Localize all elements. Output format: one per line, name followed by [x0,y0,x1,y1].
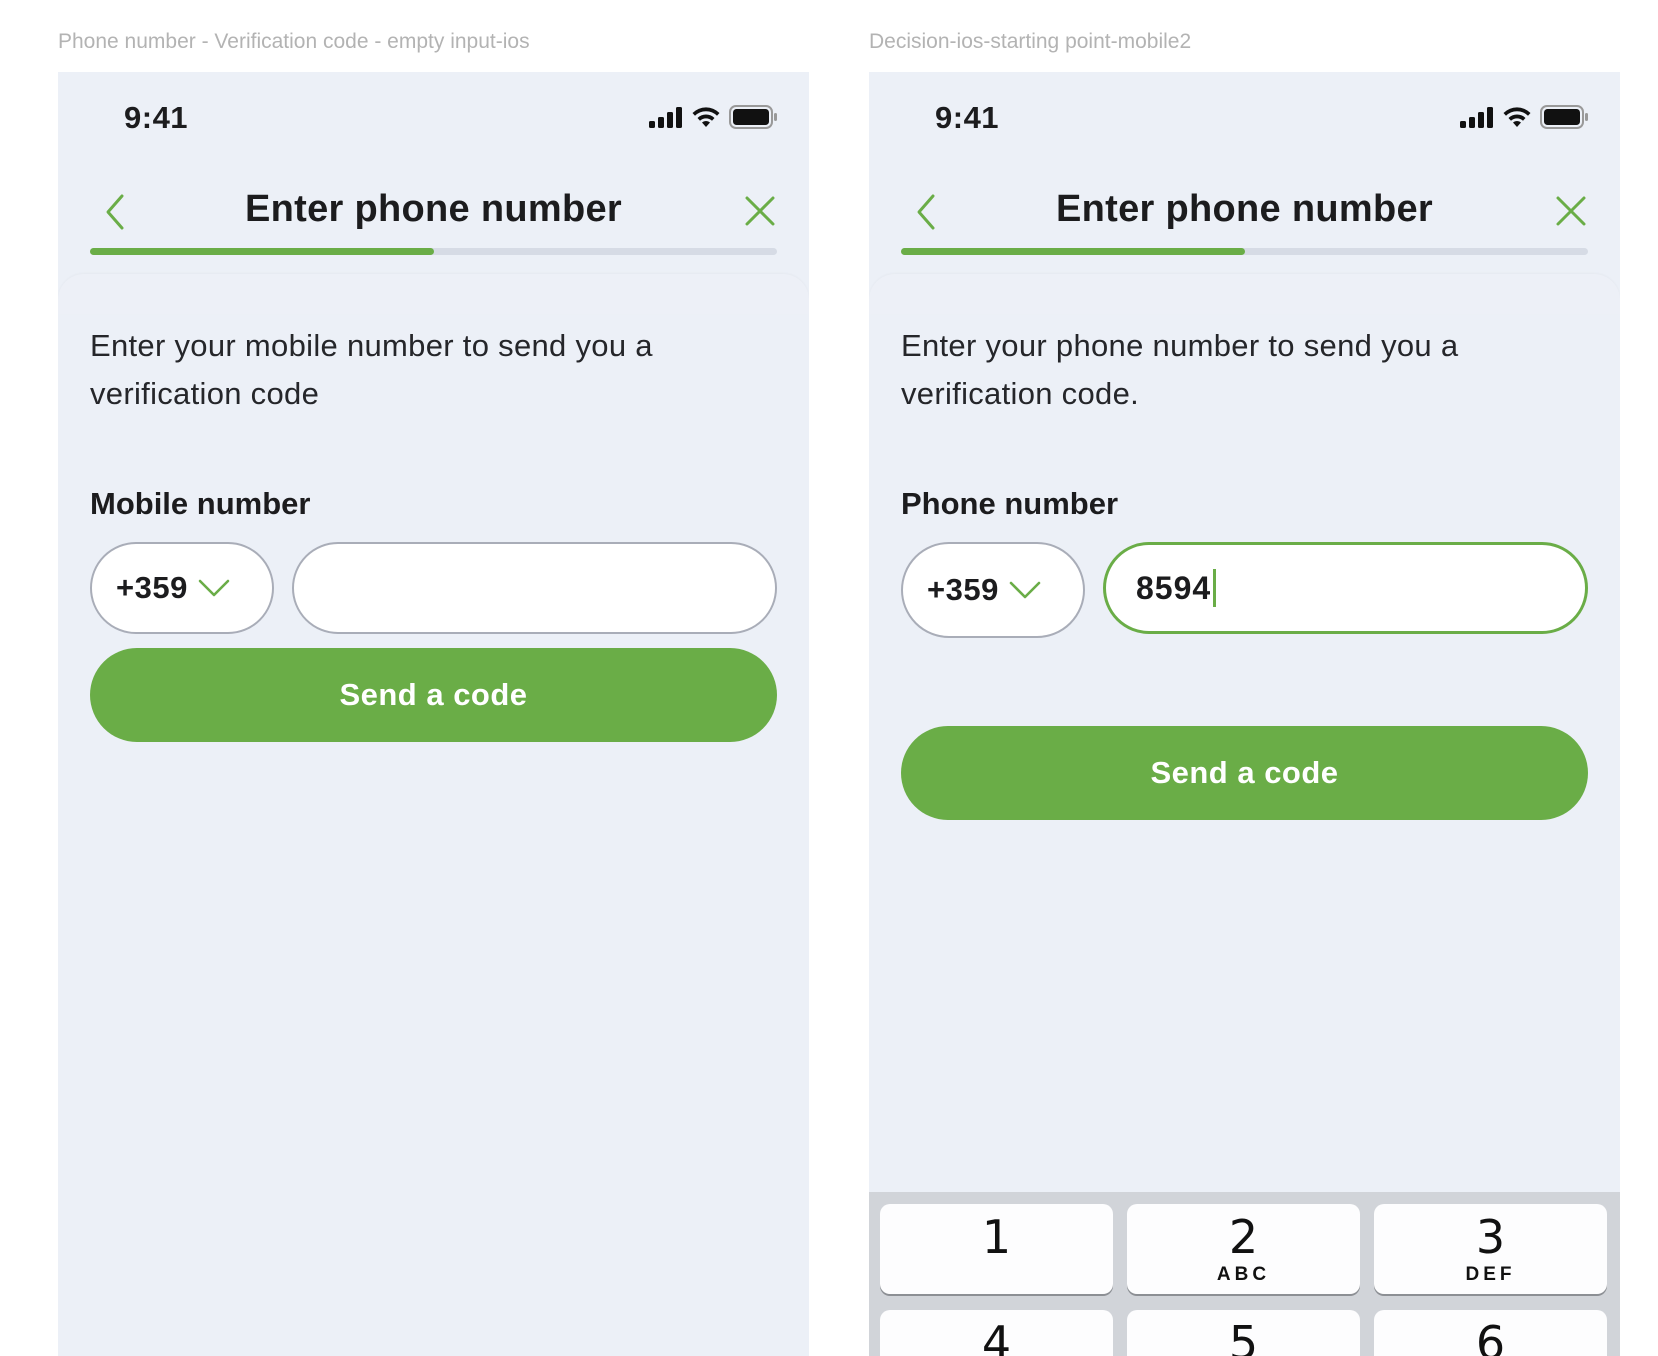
page-title: Enter phone number [245,188,622,230]
close-icon[interactable] [1554,194,1588,228]
signal-icon [1460,107,1493,128]
send-code-label: Send a code [339,677,528,712]
sheet-edge [869,274,1620,314]
phone-number-value: 8594 [1136,569,1212,606]
key-letters: DEF [1465,1264,1516,1285]
status-time: 9:41 [935,100,1000,135]
close-icon[interactable] [743,194,777,228]
description-text: Enter your phone number to send you a ve… [901,328,1459,411]
battery-icon [1540,105,1588,129]
country-code-select[interactable]: +359 [901,542,1085,638]
frame-caption-2: Decision-ios-starting point-mobile2 [869,30,1192,53]
country-code-value: +359 [116,570,188,605]
key-6[interactable]: 6 [1374,1310,1607,1356]
key-2[interactable]: 2 ABC [1127,1204,1360,1294]
signal-icon [649,107,682,128]
send-code-button[interactable]: Send a code [90,648,777,742]
field-label: Phone number [901,486,1119,521]
chevron-down-icon [198,579,230,597]
numeric-keypad: 1 2 ABC 3 DEF 4 5 6 [869,1192,1620,1356]
key-4[interactable]: 4 [880,1310,1113,1356]
page-title: Enter phone number [1056,188,1433,230]
key-letters: ABC [1216,1264,1271,1285]
key-1[interactable]: 1 [880,1204,1113,1294]
key-digit: 5 [1228,1316,1259,1356]
phone-screen-typing: 9:41 Enter phone number Enter your phone… [869,72,1620,1356]
key-5[interactable]: 5 [1127,1310,1360,1356]
key-digit: 1 [981,1210,1012,1264]
progress-track [901,248,1588,255]
status-icons [1460,104,1588,130]
wifi-icon [1503,107,1531,127]
send-code-label: Send a code [1150,755,1339,790]
key-digit: 2 [1228,1210,1259,1264]
phone-screen-empty: 9:41 Enter phone number Enter your mobil… [58,72,809,1356]
phone-number-input[interactable]: 8594 [1103,542,1588,634]
sheet-edge [58,274,809,314]
field-label: Mobile number [90,486,311,521]
progress-fill [90,248,434,255]
wifi-icon [692,107,720,127]
key-digit: 6 [1475,1316,1506,1356]
status-icons [649,104,777,130]
send-code-button[interactable]: Send a code [901,726,1588,820]
progress-fill [901,248,1245,255]
phone-number-input[interactable] [292,542,777,634]
frame-caption-1: Phone number - Verification code - empty… [58,30,530,53]
battery-icon [729,105,777,129]
key-digit: 4 [981,1316,1012,1356]
key-3[interactable]: 3 DEF [1374,1204,1607,1294]
key-digit: 3 [1475,1210,1506,1264]
country-code-select[interactable]: +359 [90,542,274,634]
status-time: 9:41 [124,100,189,135]
country-code-value: +359 [927,572,999,607]
description-text: Enter your mobile number to send you a v… [90,328,653,411]
progress-track [90,248,777,255]
text-caret [1213,569,1217,607]
chevron-down-icon [1009,581,1041,599]
